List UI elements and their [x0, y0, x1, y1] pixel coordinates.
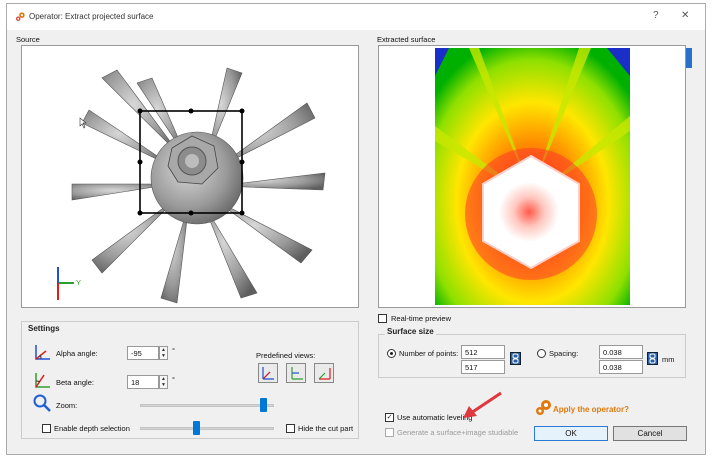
alpha-angle-label: Alpha angle:	[56, 349, 98, 358]
view-front-icon	[262, 367, 274, 380]
alpha-angle-icon	[35, 345, 50, 360]
surface-size-title: Surface size	[385, 327, 436, 336]
source-label: Source	[16, 35, 40, 44]
zoom-slider[interactable]	[140, 404, 274, 407]
extracted-label: Extracted surface	[377, 35, 436, 44]
spacing-label: Spacing:	[549, 349, 579, 358]
beta-angle-spinner[interactable]: ▲ ▼	[159, 375, 168, 389]
cancel-button[interactable]: Cancel	[613, 426, 687, 441]
spacing-radio[interactable]	[537, 349, 546, 358]
scrollbar-thumb[interactable]	[686, 48, 692, 68]
number-of-points-radio[interactable]	[387, 349, 396, 358]
studiable-checkbox[interactable]	[385, 428, 394, 437]
predefined-views-label: Predefined views:	[256, 351, 316, 360]
heatmap-render	[435, 48, 630, 305]
alpha-angle-spinner[interactable]: ▲ ▼	[159, 346, 168, 360]
alpha-degree: °	[172, 346, 175, 355]
view-top-icon	[318, 368, 331, 380]
realtime-preview-label: Real-time preview	[391, 314, 452, 323]
points-link-button[interactable]	[510, 352, 521, 365]
help-button[interactable]: ?	[653, 10, 659, 21]
ok-button[interactable]: OK	[534, 426, 608, 441]
operator-dialog: Operator: Extract projected surface ? ✕ …	[6, 3, 706, 455]
chain-link-icon	[512, 353, 519, 364]
auto-leveling-checkbox[interactable]: ✓	[385, 413, 394, 422]
spacing-x-input[interactable]: 0.038	[599, 345, 643, 359]
studiable-label: Generate a surface+image studiable	[397, 428, 519, 437]
spacing-unit: mm	[662, 355, 675, 364]
points-y-input[interactable]: 517	[461, 360, 505, 374]
window-title: Operator: Extract projected surface	[29, 12, 154, 21]
chain-link-icon	[649, 353, 656, 364]
beta-angle-input[interactable]: 18	[127, 375, 159, 389]
annotation-arrow	[463, 391, 502, 418]
settings-group: Settings Alpha angle: -95 ▲ ▼ ° Beta angl…	[21, 321, 359, 439]
impeller-render	[57, 67, 326, 304]
apply-operator-label: Apply the operator?	[553, 405, 630, 414]
view-side-icon	[291, 367, 303, 380]
zoom-slider-thumb[interactable]	[260, 398, 268, 412]
settings-title: Settings	[28, 324, 60, 333]
extracted-viewport[interactable]	[378, 45, 692, 308]
beta-degree: °	[172, 375, 175, 384]
beta-angle-label: Beta angle:	[56, 378, 94, 387]
zoom-magnifier-icon	[33, 394, 51, 412]
surface-size-group: Surface size Number of points: 512 517 S…	[378, 327, 686, 378]
beta-angle-icon	[35, 373, 50, 388]
depth-slider-thumb[interactable]	[193, 421, 201, 435]
depth-selection-label: Enable depth selection	[54, 424, 130, 433]
hide-cut-part-label: Hide the cut part	[298, 424, 354, 433]
number-of-points-label: Number of points:	[399, 349, 459, 358]
depth-slider[interactable]	[140, 427, 274, 430]
source-viewport[interactable]: Y	[21, 45, 359, 308]
view-side-button[interactable]	[286, 363, 306, 383]
apply-gears-icon	[536, 400, 551, 415]
hide-cut-part-checkbox[interactable]	[286, 424, 295, 433]
zoom-label: Zoom:	[56, 401, 78, 410]
depth-selection-checkbox[interactable]	[42, 424, 51, 433]
app-gear-icon	[15, 12, 25, 22]
view-front-button[interactable]	[258, 363, 278, 383]
axis-y-label: Y	[76, 278, 82, 287]
realtime-preview-checkbox[interactable]	[378, 314, 387, 323]
points-x-input[interactable]: 512	[461, 345, 505, 359]
spacing-y-input[interactable]: 0.038	[599, 360, 643, 374]
spacing-link-button[interactable]	[647, 352, 658, 365]
close-button[interactable]: ✕	[681, 10, 689, 21]
alpha-angle-input[interactable]: -95	[127, 346, 159, 360]
view-top-button[interactable]	[314, 363, 334, 383]
title-bar: Operator: Extract projected surface ? ✕	[7, 4, 705, 30]
